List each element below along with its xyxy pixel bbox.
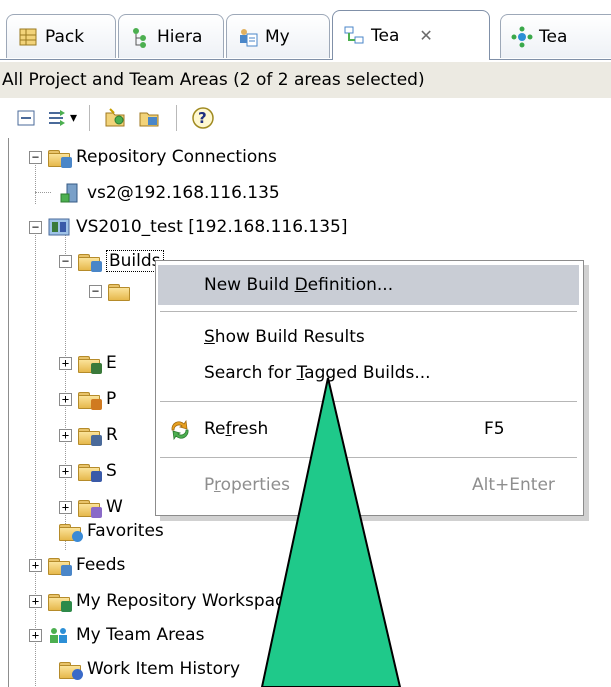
callout-pointer: [260, 377, 402, 687]
callout-pointer-shape: [260, 377, 402, 687]
